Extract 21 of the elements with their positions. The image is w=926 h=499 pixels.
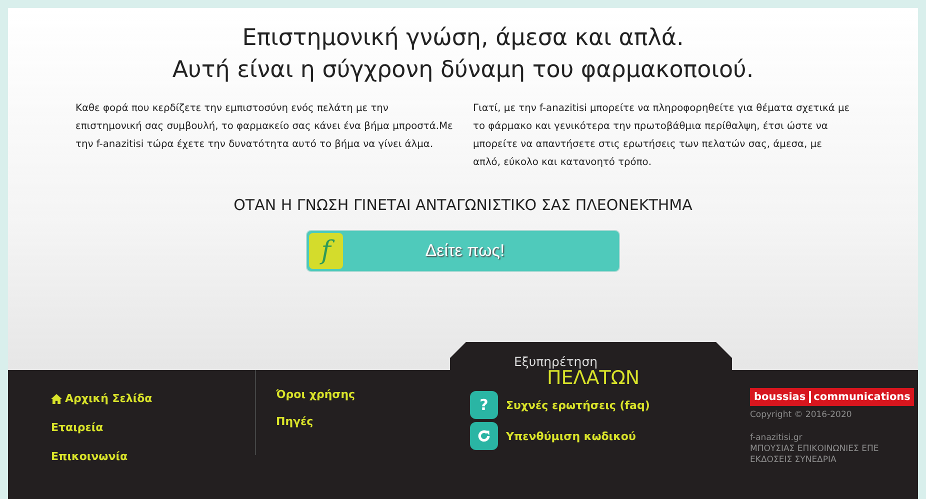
footer-link[interactable]: Εταιρεία [51, 421, 255, 434]
footer-link[interactable]: Όροι χρήσης [276, 388, 450, 401]
refresh-icon[interactable] [470, 422, 498, 450]
support-link[interactable]: Συχνές ερωτήσεις (faq) [506, 398, 650, 412]
headline: Επιστημονική γνώση, άμεσα και απλά. [242, 24, 684, 53]
intro-paragraph: Καθε φορά που κερδίζετε την εμπιστοσύνη ενός πελάτη με την επιστημονική σας συμβουλή, το φαρμακείο σας κάνει ένα βήμα μπροστά.Με την f-anazitisi τώρα έχετε την δυνατότητα αυτό το βήμα να γίνει άλμα. [76, 102, 453, 152]
footer-link[interactable]: Αρχική Σελίδα [51, 392, 255, 405]
support-link[interactable]: Υπενθύμιση κωδικού [506, 430, 636, 442]
footer-link[interactable]: Επικοινωνία [51, 450, 255, 463]
f-logo-icon: f [309, 233, 343, 269]
company-name: ΜΠΟΥΣΙΑΣ ΕΠΙΚΟΙΝΩΝΙΕΣ ΕΠΕ ΕΚΔΟΣΕΙΣ ΣΥΝΕΔΡΙΑ [750, 444, 880, 466]
home-icon [51, 394, 62, 404]
brand-logo: boussias communications [750, 388, 914, 406]
support-subtitle: ΠΕΛΑΤΩΝ [547, 369, 641, 387]
intro-paragraph: Γιατί, με την f-anazitisi μπορείτε να πληροφορηθείτε για θέματα σχετικά με το φάρμακο και γενικότερα την πρωτοβάθμια περίθαλψη, έτσι ώστε να μπορείτε να απαντήσετε στις ερωτήσεις των πελατών σας, άμεσα, με απλό, εύκολο και κατανοητό τρόπο. [473, 102, 850, 170]
tagline: ΟΤΑΝ Η ΓΝΩΣΗ ΓΙΝΕΤΑΙ ΑΝΤΑΓΩΝΙΣΤΙΚΟ ΣΑΣ ΠΛΕΟΝΕΚΤΗΜΑ [234, 196, 692, 214]
headline: Αυτή είναι η σύγχρονη δύναμη του φαρμακοποιού. [172, 56, 754, 85]
copyright-text: Copyright © 2016-2020 [750, 410, 853, 420]
footer-link[interactable]: Πηγές [276, 415, 450, 428]
support-title: Εξυπηρέτηση [513, 354, 599, 369]
site-name: f-anazitisi.gr [750, 433, 804, 443]
